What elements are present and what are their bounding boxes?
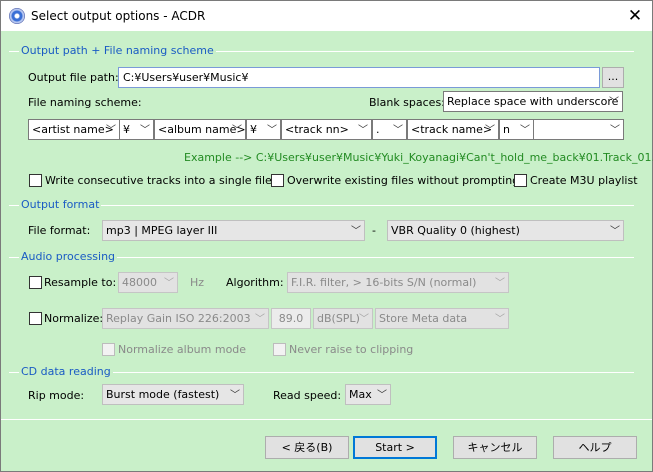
rip-mode-label: Rip mode:: [28, 389, 85, 402]
chevron-down-icon: ﹀: [495, 278, 505, 289]
normalize-checkbox[interactable]: [29, 312, 42, 325]
chevron-down-icon: ﹀: [485, 125, 495, 136]
consecutive-tracks-label: Write consecutive tracks into a single f…: [45, 174, 272, 187]
title-bar: Select output options - ACDR ✕: [1, 1, 652, 31]
naming-scheme-label: File naming scheme:: [28, 96, 142, 109]
dialog-window: Select output options - ACDR ✕ Output pa…: [0, 0, 653, 472]
chevron-down-icon: ﹀: [255, 314, 265, 325]
blank-spaces-value: Replace space with underscore: [447, 95, 619, 108]
naming-example-text: Example --> C:¥Users¥user¥Music¥Yuki_Koy…: [184, 151, 653, 164]
section-audio-processing-title: Audio processing: [19, 250, 118, 263]
chevron-down-icon: ﹀: [106, 125, 116, 136]
chevron-down-icon: ﹀: [140, 125, 150, 136]
normalize-store-value: Store Meta data: [379, 312, 468, 325]
naming-part-1[interactable]: <artist name> ﹀: [28, 119, 120, 140]
file-format-value: mp3 | MPEG layer III: [106, 224, 218, 237]
quality-value: VBR Quality 0 (highest): [391, 224, 520, 237]
back-button[interactable]: < 戻る(B): [265, 436, 349, 459]
window-title: Select output options - ACDR: [31, 9, 206, 23]
naming-part-8[interactable]: n ﹀: [499, 119, 534, 140]
browse-button[interactable]: ...: [602, 67, 624, 88]
resample-rate-select[interactable]: 48000 ﹀: [118, 272, 178, 293]
normalize-mode-select[interactable]: Replay Gain ISO 226:2003 ﹀: [102, 308, 269, 329]
naming-part-value: <artist name>: [32, 123, 114, 136]
chevron-down-icon: ﹀: [495, 314, 505, 325]
read-speed-select[interactable]: Max ﹀: [345, 384, 391, 405]
consecutive-tracks-checkbox[interactable]: [29, 174, 42, 187]
naming-part-value: ¥: [250, 123, 257, 136]
album-mode-label: Normalize album mode: [118, 343, 247, 356]
chevron-down-icon: ﹀: [358, 125, 368, 136]
chevron-down-icon: ﹀: [610, 125, 620, 136]
chevron-down-icon: ﹀: [164, 278, 174, 289]
chevron-down-icon: ﹀: [351, 226, 361, 237]
chevron-down-icon: ﹀: [232, 125, 242, 136]
algorithm-select[interactable]: F.I.R. filter, > 16-bits S/N (normal) ﹀: [287, 272, 509, 293]
quality-select[interactable]: VBR Quality 0 (highest) ﹀: [387, 220, 624, 241]
cancel-button[interactable]: キャンセル: [453, 436, 537, 459]
never-clip-checkbox[interactable]: [273, 343, 286, 356]
chevron-down-icon: ﹀: [610, 226, 620, 237]
resample-rate-value: 48000: [122, 276, 157, 289]
chevron-down-icon: ﹀: [230, 390, 240, 401]
chevron-down-icon: ﹀: [393, 125, 403, 136]
naming-part-value: .: [376, 123, 380, 136]
chevron-down-icon: ﹀: [359, 314, 369, 325]
naming-part-3[interactable]: <album name> ﹀: [154, 119, 246, 140]
section-divider: [9, 205, 634, 206]
naming-part-value: n: [503, 123, 510, 136]
overwrite-files-label: Overwrite existing files without prompti…: [287, 174, 520, 187]
algorithm-value: F.I.R. filter, > 16-bits S/N (normal): [291, 276, 477, 289]
naming-part-5[interactable]: <track nn> ﹀: [281, 119, 372, 140]
blank-spaces-label: Blank spaces:: [369, 96, 445, 109]
algorithm-label: Algorithm:: [226, 276, 284, 289]
rip-mode-select[interactable]: Burst mode (fastest) ﹀: [102, 384, 244, 405]
start-button[interactable]: Start >: [353, 436, 437, 459]
resample-checkbox[interactable]: [29, 276, 42, 289]
chevron-down-icon: ﹀: [609, 97, 619, 108]
naming-part-4[interactable]: ¥ ﹀: [246, 119, 281, 140]
file-format-select[interactable]: mp3 | MPEG layer III ﹀: [102, 220, 365, 241]
normalize-label: Normalize:: [44, 312, 104, 325]
normalize-store-select[interactable]: Store Meta data ﹀: [375, 308, 509, 329]
normalize-level-input[interactable]: 89.0: [271, 308, 311, 329]
m3u-playlist-checkbox[interactable]: [514, 174, 527, 187]
chevron-down-icon: ﹀: [267, 125, 277, 136]
naming-part-7[interactable]: <track name> ﹀: [407, 119, 499, 140]
rip-mode-value: Burst mode (fastest): [106, 388, 220, 401]
cd-app-icon: [9, 8, 25, 24]
normalize-unit-select[interactable]: dB(SPL) ﹀: [313, 308, 373, 329]
normalize-unit-value: dB(SPL): [317, 312, 360, 325]
naming-part-9[interactable]: ﹀: [533, 119, 624, 140]
section-output-format-title: Output format: [19, 198, 102, 211]
section-output-path-title: Output path + File naming scheme: [19, 44, 216, 57]
resample-label: Resample to:: [44, 276, 117, 289]
naming-part-2[interactable]: ¥ ﹀: [119, 119, 154, 140]
help-button[interactable]: ヘルプ: [553, 436, 637, 459]
read-speed-label: Read speed:: [273, 389, 342, 402]
section-cd-reading-title: CD data reading: [19, 365, 113, 378]
footer-divider: [1, 419, 652, 420]
blank-spaces-select[interactable]: Replace space with underscore ﹀: [443, 91, 623, 112]
chevron-down-icon: ﹀: [520, 125, 530, 136]
m3u-playlist-label: Create M3U playlist: [530, 174, 638, 187]
format-dash: -: [372, 224, 376, 237]
normalize-mode-value: Replay Gain ISO 226:2003: [106, 312, 251, 325]
read-speed-value: Max: [349, 388, 372, 401]
output-path-input[interactable]: C:¥Users¥user¥Music¥: [118, 67, 600, 88]
naming-part-value: <track nn>: [285, 123, 349, 136]
overwrite-files-checkbox[interactable]: [271, 174, 284, 187]
naming-part-value: ¥: [123, 123, 130, 136]
naming-part-value: <track name>: [411, 123, 493, 136]
output-path-label: Output file path:: [28, 71, 119, 84]
file-format-label: File format:: [28, 224, 91, 237]
hz-unit-label: Hz: [190, 276, 205, 289]
chevron-down-icon: ﹀: [377, 390, 387, 401]
album-mode-checkbox[interactable]: [102, 343, 115, 356]
never-clip-label: Never raise to clipping: [289, 343, 414, 356]
close-button[interactable]: ✕: [623, 4, 647, 28]
naming-part-6[interactable]: . ﹀: [372, 119, 407, 140]
